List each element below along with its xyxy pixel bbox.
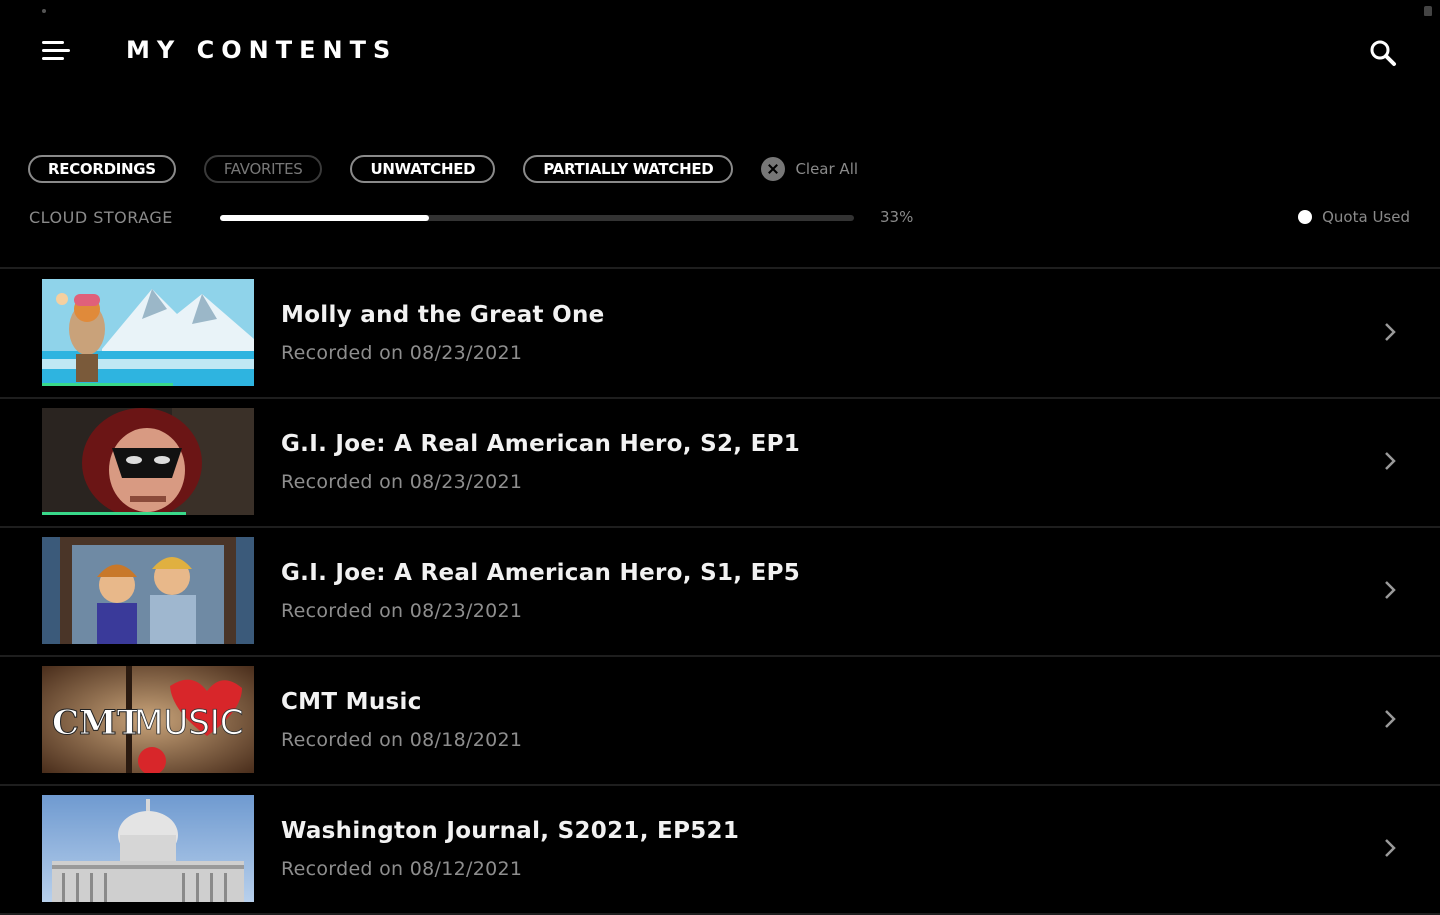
filter-chip-favorites[interactable]: FAVORITES <box>203 155 323 183</box>
recordings-list: Molly and the Great One Recorded on 08/2… <box>0 270 1440 915</box>
recording-title: G.I. Joe: A Real American Hero, S1, EP5 <box>281 560 801 586</box>
search-icon[interactable] <box>1368 38 1398 68</box>
recording-row[interactable]: G.I. Joe: A Real American Hero, S1, EP5 … <box>0 528 1440 657</box>
cmt-logo-text-light: MUSIC <box>134 703 244 743</box>
chevron-right-icon <box>1385 839 1396 857</box>
storage-progress-bar <box>220 215 854 221</box>
recording-thumbnail <box>42 795 254 902</box>
filter-chips: RECORDINGS FAVORITES UNWATCHED PARTIALLY… <box>28 153 858 185</box>
chevron-right-icon <box>1385 323 1396 341</box>
recording-row[interactable]: Molly and the Great One Recorded on 08/2… <box>0 270 1440 399</box>
recording-row[interactable]: CMT MUSIC CMT Music Recorded on 08/18/20… <box>0 657 1440 786</box>
cmt-logo-text-bold: CMT <box>52 703 142 743</box>
recording-thumbnail: CMT MUSIC <box>42 666 254 773</box>
recording-thumbnail <box>42 279 254 386</box>
quota-legend: Quota Used <box>1298 208 1410 226</box>
recording-date: Recorded on 08/23/2021 <box>281 600 523 622</box>
app-header: MY CONTENTS <box>0 0 1440 100</box>
recording-title: G.I. Joe: A Real American Hero, S2, EP1 <box>281 431 801 457</box>
watch-progress-bar <box>42 383 174 386</box>
chevron-right-icon <box>1385 581 1396 599</box>
filter-chip-recordings[interactable]: RECORDINGS <box>28 155 176 183</box>
storage-percent: 33% <box>880 208 914 226</box>
close-circle-icon <box>761 157 786 181</box>
recording-title: Molly and the Great One <box>281 302 605 328</box>
recording-date: Recorded on 08/18/2021 <box>281 729 523 751</box>
quota-dot-icon <box>1298 210 1313 224</box>
recording-title: Washington Journal, S2021, EP521 <box>281 818 740 844</box>
recording-row[interactable]: Washington Journal, S2021, EP521 Recorde… <box>0 786 1440 915</box>
cloud-storage-label: CLOUD STORAGE <box>29 208 173 227</box>
recording-date: Recorded on 08/12/2021 <box>281 858 523 880</box>
clear-all-label: Clear All <box>795 160 859 178</box>
filter-chip-unwatched[interactable]: UNWATCHED <box>350 155 496 183</box>
quota-label: Quota Used <box>1322 208 1410 226</box>
page-title: MY CONTENTS <box>126 36 398 64</box>
recording-thumbnail <box>42 408 254 515</box>
recording-date: Recorded on 08/23/2021 <box>281 342 523 364</box>
recording-thumbnail <box>42 537 254 644</box>
recording-row[interactable]: G.I. Joe: A Real American Hero, S2, EP1 … <box>0 399 1440 528</box>
chevron-right-icon <box>1385 710 1396 728</box>
chevron-right-icon <box>1385 452 1396 470</box>
recording-title: CMT Music <box>281 689 422 715</box>
filter-chip-partially-watched[interactable]: PARTIALLY WATCHED <box>523 155 734 183</box>
storage-progress-fill <box>220 215 430 221</box>
clear-all-button[interactable]: Clear All <box>761 157 858 181</box>
watch-progress-bar <box>42 512 187 515</box>
hamburger-menu-icon[interactable] <box>40 38 72 66</box>
divider <box>0 267 1440 269</box>
recording-date: Recorded on 08/23/2021 <box>281 471 523 493</box>
